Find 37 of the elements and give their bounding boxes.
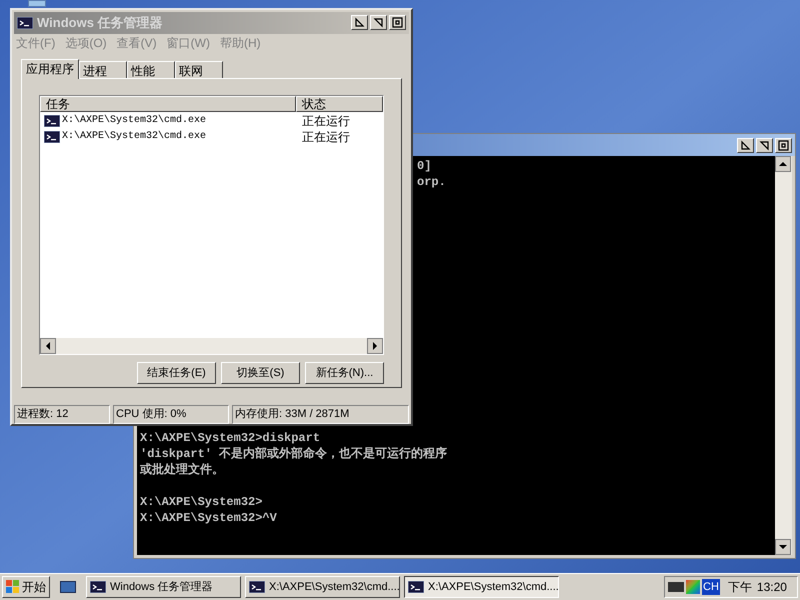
- action-button[interactable]: 切换至(S): [221, 362, 300, 384]
- console-line: X:\AXPE\System32>diskpart: [140, 430, 322, 446]
- status-bar-field: 内存使用: 33M / 2871M: [232, 405, 409, 424]
- console-line: X:\AXPE\System32>^V: [140, 510, 278, 526]
- taskbar-button[interactable]: Windows 任务管理器: [86, 576, 241, 598]
- console-line: X:\AXPE\System32>: [140, 494, 264, 510]
- taskbar-button-label: X:\AXPE\System32\cmd....: [269, 580, 400, 595]
- tab[interactable]: 进程: [79, 60, 127, 78]
- column-header[interactable]: 任务: [40, 96, 296, 112]
- task-row[interactable]: X:\AXPE\System32\cmd.exe 正在运行: [40, 112, 383, 129]
- taskbar-button[interactable]: X:\AXPE\System32\cmd....: [245, 576, 400, 598]
- clock-time: 13:20: [756, 579, 787, 596]
- column-header[interactable]: 状态: [296, 96, 383, 112]
- clock-period: 下午: [728, 579, 752, 596]
- start-label: 开始: [22, 579, 46, 596]
- tab[interactable]: 应用程序: [21, 58, 79, 79]
- action-button[interactable]: 新任务(N)...: [305, 362, 384, 384]
- console-line: orp.: [417, 174, 447, 190]
- task-status: 正在运行: [301, 128, 350, 146]
- language-indicator[interactable]: CH: [702, 578, 720, 596]
- task-row[interactable]: X:\AXPE\System32\cmd.exe 正在运行: [40, 128, 383, 145]
- start-button[interactable]: 开始: [2, 576, 50, 598]
- status-bar-field: CPU 使用: 0%: [113, 405, 229, 424]
- status-bar-field: 进程数: 12: [14, 405, 110, 424]
- task-status: 正在运行: [301, 112, 350, 130]
- window-title: Windows 任务管理器: [37, 14, 164, 32]
- tab[interactable]: 联网: [175, 60, 223, 78]
- taskbar-button-label: X:\AXPE\System32\cmd....: [428, 580, 559, 595]
- action-button[interactable]: 结束任务(E): [137, 362, 216, 384]
- taskbar-button-label: Windows 任务管理器: [110, 580, 213, 595]
- task-name: X:\AXPE\System32\cmd.exe: [62, 130, 206, 144]
- console-line: 或批处理文件。: [140, 462, 225, 478]
- tab[interactable]: 性能: [127, 60, 175, 78]
- console-line: 'diskpart' 不是内部或外部命令，也不是可运行的程序: [140, 446, 448, 462]
- task-name: X:\AXPE\System32\cmd.exe: [62, 114, 206, 128]
- console-line: 0]: [417, 158, 432, 174]
- taskbar-button[interactable]: X:\AXPE\System32\cmd....: [404, 576, 559, 598]
